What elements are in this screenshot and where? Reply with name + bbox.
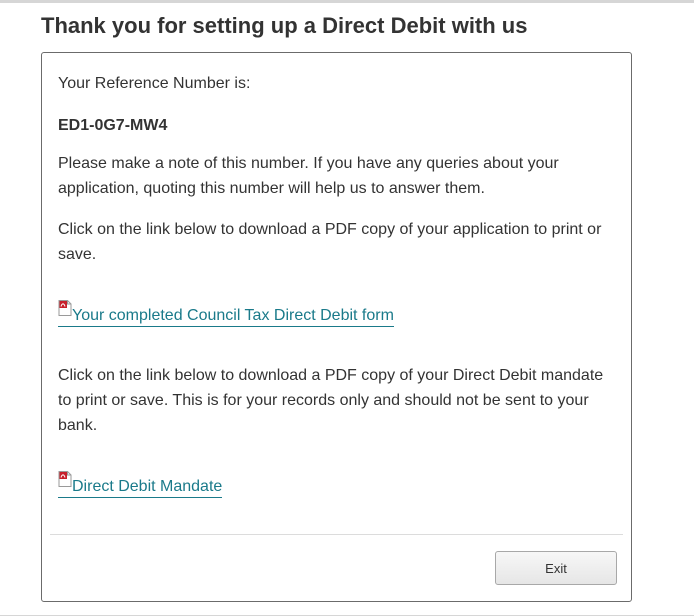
top-divider — [0, 0, 694, 3]
direct-debit-mandate-link-label: Direct Debit Mandate — [72, 478, 223, 495]
application-link-row: Your completed Council Tax Direct Debit … — [58, 299, 394, 327]
direct-debit-mandate-link[interactable]: Direct Debit Mandate — [58, 471, 223, 498]
council-tax-form-link-label: Your completed Council Tax Direct Debit … — [72, 307, 394, 324]
reference-label: Your Reference Number is: — [58, 75, 251, 92]
panel-divider — [50, 534, 623, 535]
exit-button[interactable]: Exit — [495, 551, 617, 585]
pdf-icon — [58, 300, 72, 316]
application-pdf-text: Click on the link below to download a PD… — [58, 221, 602, 263]
mandate-pdf-text: Click on the link below to download a PD… — [58, 367, 604, 434]
council-tax-form-link[interactable]: Your completed Council Tax Direct Debit … — [58, 300, 394, 327]
mandate-link-row: Direct Debit Mandate — [58, 470, 223, 498]
note-text: Please make a note of this number. If yo… — [58, 155, 559, 197]
confirmation-panel: Your Reference Number is: ED1-0G7-MW4 Pl… — [41, 52, 632, 602]
reference-number: ED1-0G7-MW4 — [58, 117, 168, 134]
page-title: Thank you for setting up a Direct Debit … — [41, 13, 528, 38]
pdf-icon — [58, 471, 72, 487]
